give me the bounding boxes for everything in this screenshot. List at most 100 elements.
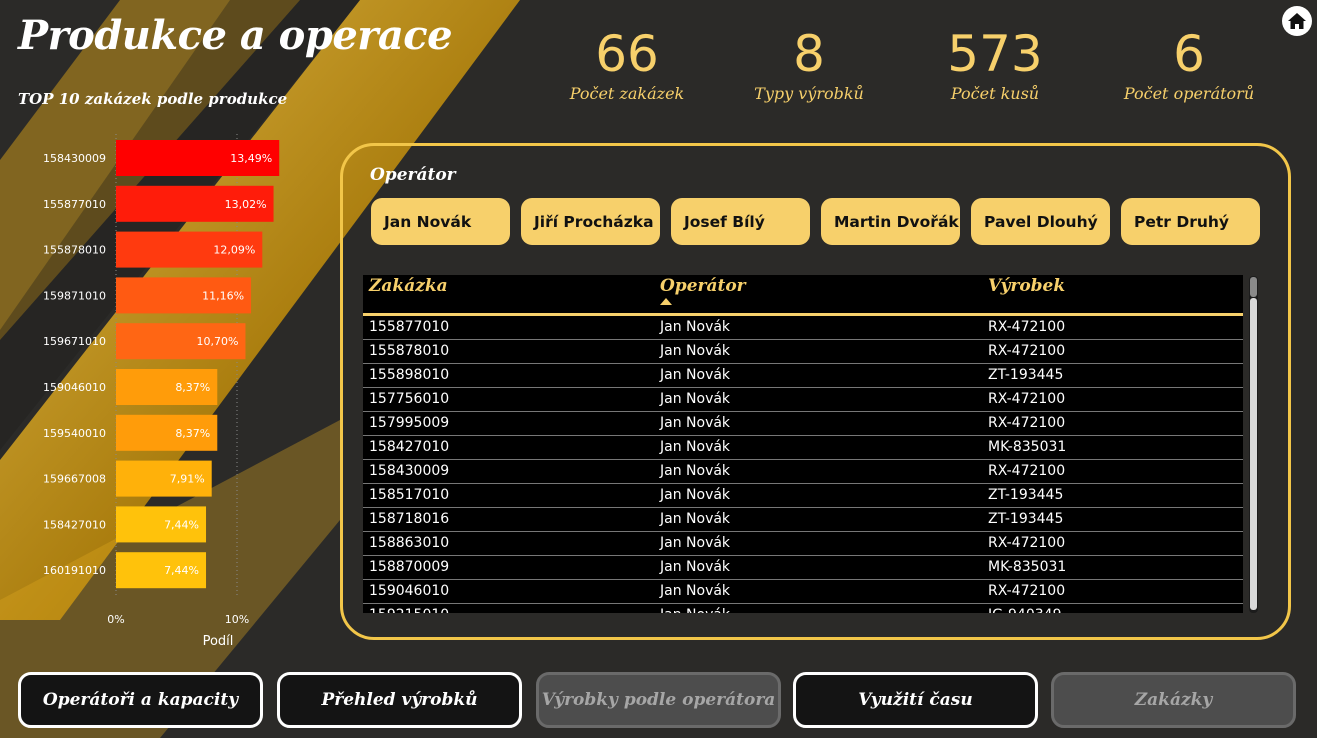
kpi-order-count: 66 Počet zakázek [537,26,717,103]
kpi-operator-count: 6 Počet operátorů [1099,26,1279,103]
top10-bar-chart: 0% 10% 158430009 13,49% 155877010 13,02% 15587… [43,134,280,649]
table-scrollbar[interactable] [1249,276,1258,613]
cell-order: 158870009 [369,559,450,575]
nav-products-by-operator-button: Výrobky podle operátora [536,672,781,728]
nav-time-utilization-button[interactable]: Využití času [793,672,1038,728]
cell-product: ZT-193445 [988,511,1064,527]
cell-order: 155878010 [369,343,450,359]
kpi-label: Počet zakázek [569,84,685,103]
kpi-label: Typy výrobků [754,84,864,103]
column-header-operator[interactable]: Operátor [660,275,746,297]
cell-product: RX-472100 [988,535,1066,551]
table-row[interactable]: 155877010 Jan Novák RX-472100 [363,316,1243,340]
cell-order: 157995009 [369,415,450,431]
kpi-value: 8 [793,25,825,83]
data-label: 7,44% [164,564,199,577]
table-row[interactable]: 155898010 Jan Novák ZT-193445 [363,364,1243,388]
kpi-value: 573 [947,25,1043,83]
kpi-product-types: 8 Typy výrobků [719,26,899,103]
table-row[interactable]: 157995009 Jan Novák RX-472100 [363,412,1243,436]
data-label: 10,70% [197,335,239,348]
cell-operator: Jan Novák [660,511,731,527]
operator-button-josef-bily[interactable]: Josef Bílý [671,198,810,245]
cell-order: 155877010 [369,319,450,335]
kpi-piece-count: 573 Počet kusů [905,26,1085,103]
cell-product: RX-472100 [988,583,1066,599]
cell-order: 158430009 [369,463,450,479]
cell-operator: Jan Novák [660,463,731,479]
table-row[interactable]: 157756010 Jan Novák RX-472100 [363,388,1243,412]
table-row[interactable]: 158427010 Jan Novák MK-835031 [363,436,1243,460]
kpi-label: Počet kusů [950,84,1040,103]
table-row[interactable]: 158517010 Jan Novák ZT-193445 [363,484,1243,508]
operator-filter-label: Operátor [370,165,456,185]
operator-button-jan-novak[interactable]: Jan Novák [371,198,510,245]
cell-operator: Jan Novák [660,487,731,503]
table-row[interactable]: 155878010 Jan Novák RX-472100 [363,340,1243,364]
table-row[interactable]: 159215010 Jan Novák JG-940349 [363,604,1243,613]
cell-order: 157756010 [369,391,450,407]
home-button[interactable] [1282,6,1312,36]
cell-product: MK-835031 [988,439,1067,455]
x-tick-label: 10% [225,613,249,626]
cell-order: 158427010 [369,439,450,455]
sort-ascending-icon [660,298,672,305]
data-label: 7,44% [164,518,199,531]
data-label: 11,16% [202,289,244,302]
scrollbar-thumb[interactable] [1250,277,1257,297]
nav-orders-button: Zakázky [1051,672,1296,728]
cell-order: 159046010 [369,583,450,599]
table-body: 155877010 Jan Novák RX-472100 155878010 Jan … [363,316,1243,613]
kpi-value: 66 [595,25,659,83]
cell-operator: Jan Novák [660,391,731,407]
column-header-product[interactable]: Výrobek [988,275,1065,297]
cell-operator: Jan Novák [660,343,731,359]
data-label: 13,02% [225,198,267,211]
cell-operator: Jan Novák [660,415,731,431]
table-row[interactable]: 159046010 Jan Novák RX-472100 [363,580,1243,604]
scrollbar-track[interactable] [1250,298,1257,610]
table-row[interactable]: 158870009 Jan Novák MK-835031 [363,556,1243,580]
x-tick-label: 0% [107,613,124,626]
data-label: 7,91% [170,473,205,486]
operator-button-martin-dvorak[interactable]: Martin Dvořák [821,198,960,245]
category-label: 159046010 [43,381,106,394]
x-axis-label: Podíl [203,634,234,649]
cell-product: ZT-193445 [988,367,1064,383]
operator-button-pavel-dlouhy[interactable]: Pavel Dlouhý [971,198,1110,245]
cell-order: 158718016 [369,511,450,527]
cell-operator: Jan Novák [660,604,730,613]
category-label: 155877010 [43,198,106,211]
kpi-label: Počet operátorů [1123,84,1255,103]
category-label: 160191010 [43,564,106,577]
cell-product: MK-835031 [988,559,1067,575]
cell-order: 155898010 [369,367,450,383]
orders-table: Zakázka Operátor Výrobek 155877010 Jan No… [363,275,1243,613]
category-label: 159871010 [43,289,106,302]
table-row[interactable]: 158430009 Jan Novák RX-472100 [363,460,1243,484]
cell-product: RX-472100 [988,343,1066,359]
chart-title: TOP 10 zakázek podle produkce [18,90,288,108]
cell-product: JG-940349 [988,604,1061,613]
page-title: Produkce a operace [18,12,453,59]
cell-product: RX-472100 [988,463,1066,479]
cell-operator: Jan Novák [660,439,731,455]
cell-product: ZT-193445 [988,487,1064,503]
cell-order: 158863010 [369,535,450,551]
table-row[interactable]: 158863010 Jan Novák RX-472100 [363,532,1243,556]
cell-product: RX-472100 [988,319,1066,335]
kpi-value: 6 [1173,25,1205,83]
data-label: 12,09% [213,244,255,257]
category-label: 159667008 [43,473,106,486]
table-row[interactable]: 158718016 Jan Novák ZT-193445 [363,508,1243,532]
nav-products-overview-button[interactable]: Přehled výrobků [277,672,522,728]
cell-operator: Jan Novák [660,367,731,383]
data-label: 8,37% [175,427,210,440]
nav-operators-capacities-button[interactable]: Operátoři a kapacity [18,672,263,728]
operator-button-jiri-prochazka[interactable]: Jiří Procházka [521,198,660,245]
category-label: 159671010 [43,335,106,348]
category-label: 158427010 [43,518,106,531]
category-label: 155878010 [43,244,106,257]
column-header-order[interactable]: Zakázka [369,275,448,297]
operator-button-petr-druhy[interactable]: Petr Druhý [1121,198,1260,245]
